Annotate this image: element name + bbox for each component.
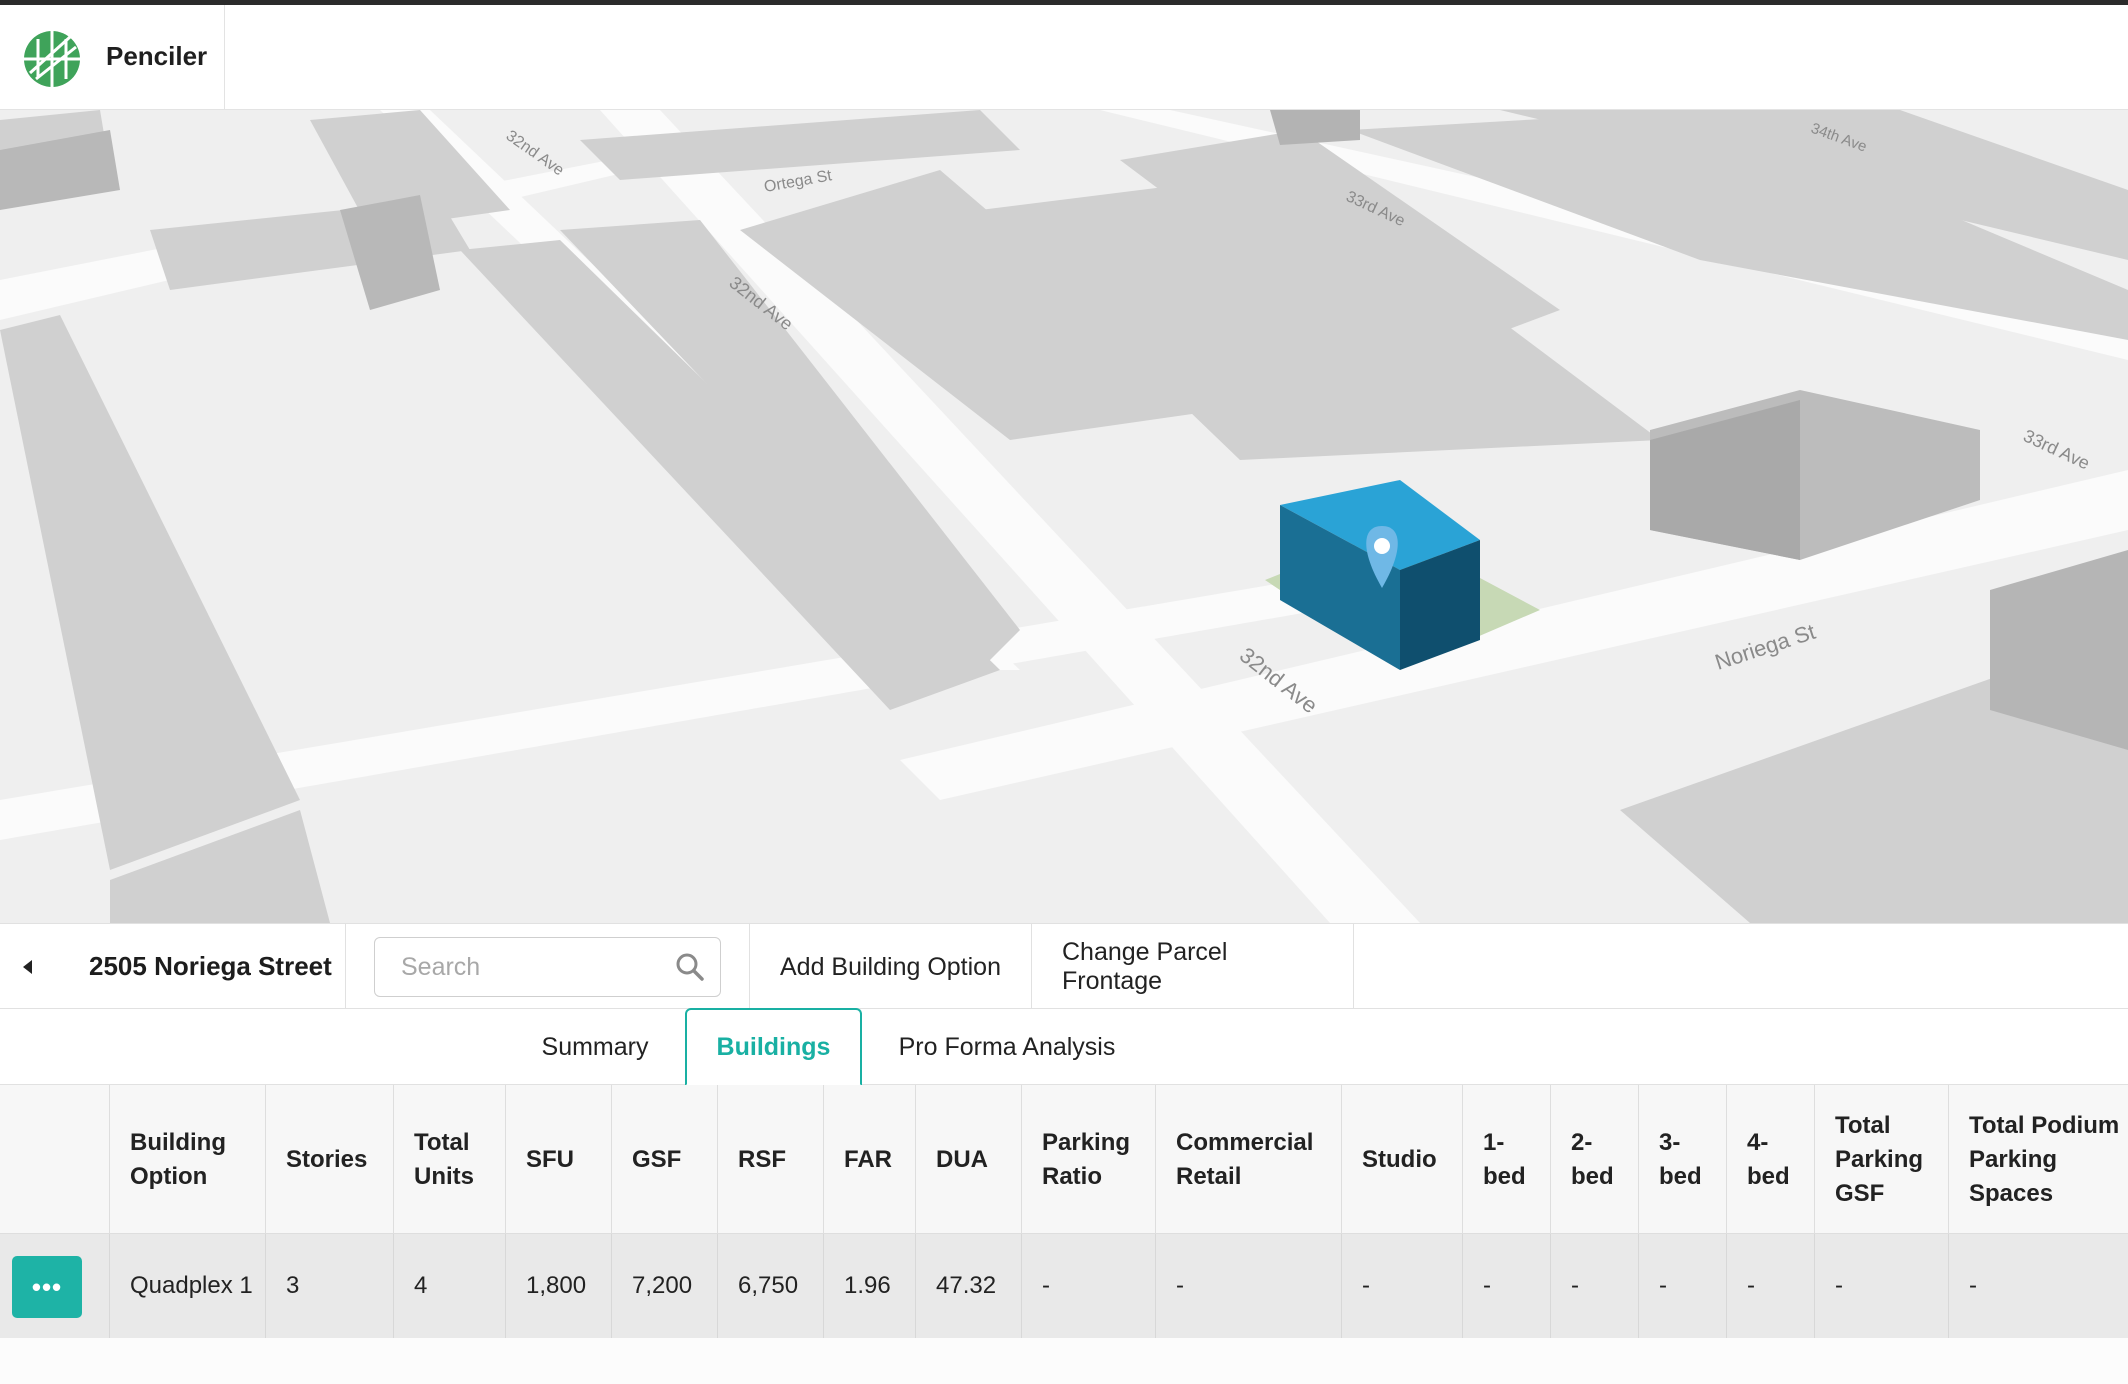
cell-1-bed: - [1462,1234,1550,1338]
header-far[interactable]: FAR [823,1085,915,1234]
parcel-toolbar: 2505 Noriega Street Add Building Option … [0,923,2128,1010]
change-parcel-frontage-label[interactable]: Change Parcel Frontage [1032,924,1353,1010]
cell-total-podium-parking-spaces: - [1948,1234,2128,1338]
header-2-bed[interactable]: 2- bed [1550,1085,1638,1234]
add-building-option-button[interactable]: Add Building Option [750,924,1032,1010]
cell-building-option: Quadplex 1 [109,1234,265,1338]
cell-dua: 47.32 [915,1234,1021,1338]
table-row[interactable]: ••• Quadplex 1 3 4 1,800 7,200 6,750 1.9… [0,1234,2128,1338]
cell-3-bed: - [1638,1234,1726,1338]
more-actions-button[interactable]: ••• [12,1256,82,1318]
tab-buildings[interactable]: Buildings [685,1008,862,1086]
table-header: Building Option Stories Total Units SFU … [0,1085,2128,1234]
header-1-bed[interactable]: 1- bed [1462,1085,1550,1234]
header-4-bed[interactable]: 4- bed [1726,1085,1814,1234]
tab-bar: Summary Buildings Pro Forma Analysis [0,1008,2128,1086]
cell-studio: - [1341,1234,1462,1338]
header-total-parking-gsf[interactable]: Total Parking GSF [1814,1085,1948,1234]
map-canvas[interactable]: 32nd Ave Ortega St 33rd Ave 34th Ave 32n… [0,110,2128,923]
cell-commercial-retail: - [1155,1234,1341,1338]
brand[interactable]: Penciler [0,5,225,110]
cell-total-units: 4 [393,1234,505,1338]
cell-parking-ratio: - [1021,1234,1155,1338]
cell-total-parking-gsf: - [1814,1234,1948,1338]
header-sfu[interactable]: SFU [505,1085,611,1234]
cell-4-bed: - [1726,1234,1814,1338]
penciler-logo-icon [24,31,80,87]
header-total-podium-parking-spaces[interactable]: Total Podium Parking Spaces [1948,1085,2128,1234]
map-view[interactable]: 32nd Ave Ortega St 33rd Ave 34th Ave 32n… [0,110,2128,923]
header-studio[interactable]: Studio [1341,1085,1462,1234]
header-total-units[interactable]: Total Units [393,1085,505,1234]
header-parking-ratio[interactable]: Parking Ratio [1021,1085,1155,1234]
address-cell: 2505 Noriega Street [0,924,346,1010]
row-actions-cell: ••• [0,1234,109,1338]
cell-sfu: 1,800 [505,1234,611,1338]
search-icon[interactable] [675,952,705,982]
header-rsf[interactable]: RSF [717,1085,823,1234]
header-commercial-retail[interactable]: Commercial Retail [1155,1085,1341,1234]
top-bar: Penciler [0,0,2128,110]
cell-far: 1.96 [823,1234,915,1338]
header-gsf[interactable]: GSF [611,1085,717,1234]
header-dua[interactable]: DUA [915,1085,1021,1234]
search-input[interactable] [401,950,661,984]
change-parcel-frontage-button[interactable]: Change Parcel Frontage [1032,924,1354,1010]
caret-left-icon[interactable] [18,957,38,977]
header-actions [0,1085,109,1234]
cell-gsf: 7,200 [611,1234,717,1338]
header-3-bed[interactable]: 3- bed [1638,1085,1726,1234]
tab-summary[interactable]: Summary [505,1009,685,1085]
cell-stories: 3 [265,1234,393,1338]
cell-rsf: 6,750 [717,1234,823,1338]
search-cell [346,924,750,1010]
add-building-option-label[interactable]: Add Building Option [750,924,1031,1010]
app-name: Penciler [106,41,208,71]
search-box[interactable] [374,937,721,997]
header-building-option[interactable]: Building Option [109,1085,265,1234]
tab-pro-forma-analysis[interactable]: Pro Forma Analysis [862,1009,1152,1085]
header-stories[interactable]: Stories [265,1085,393,1234]
table-empty-area [0,1338,2128,1384]
cell-2-bed: - [1550,1234,1638,1338]
parcel-address: 2505 Noriega Street [89,951,332,981]
